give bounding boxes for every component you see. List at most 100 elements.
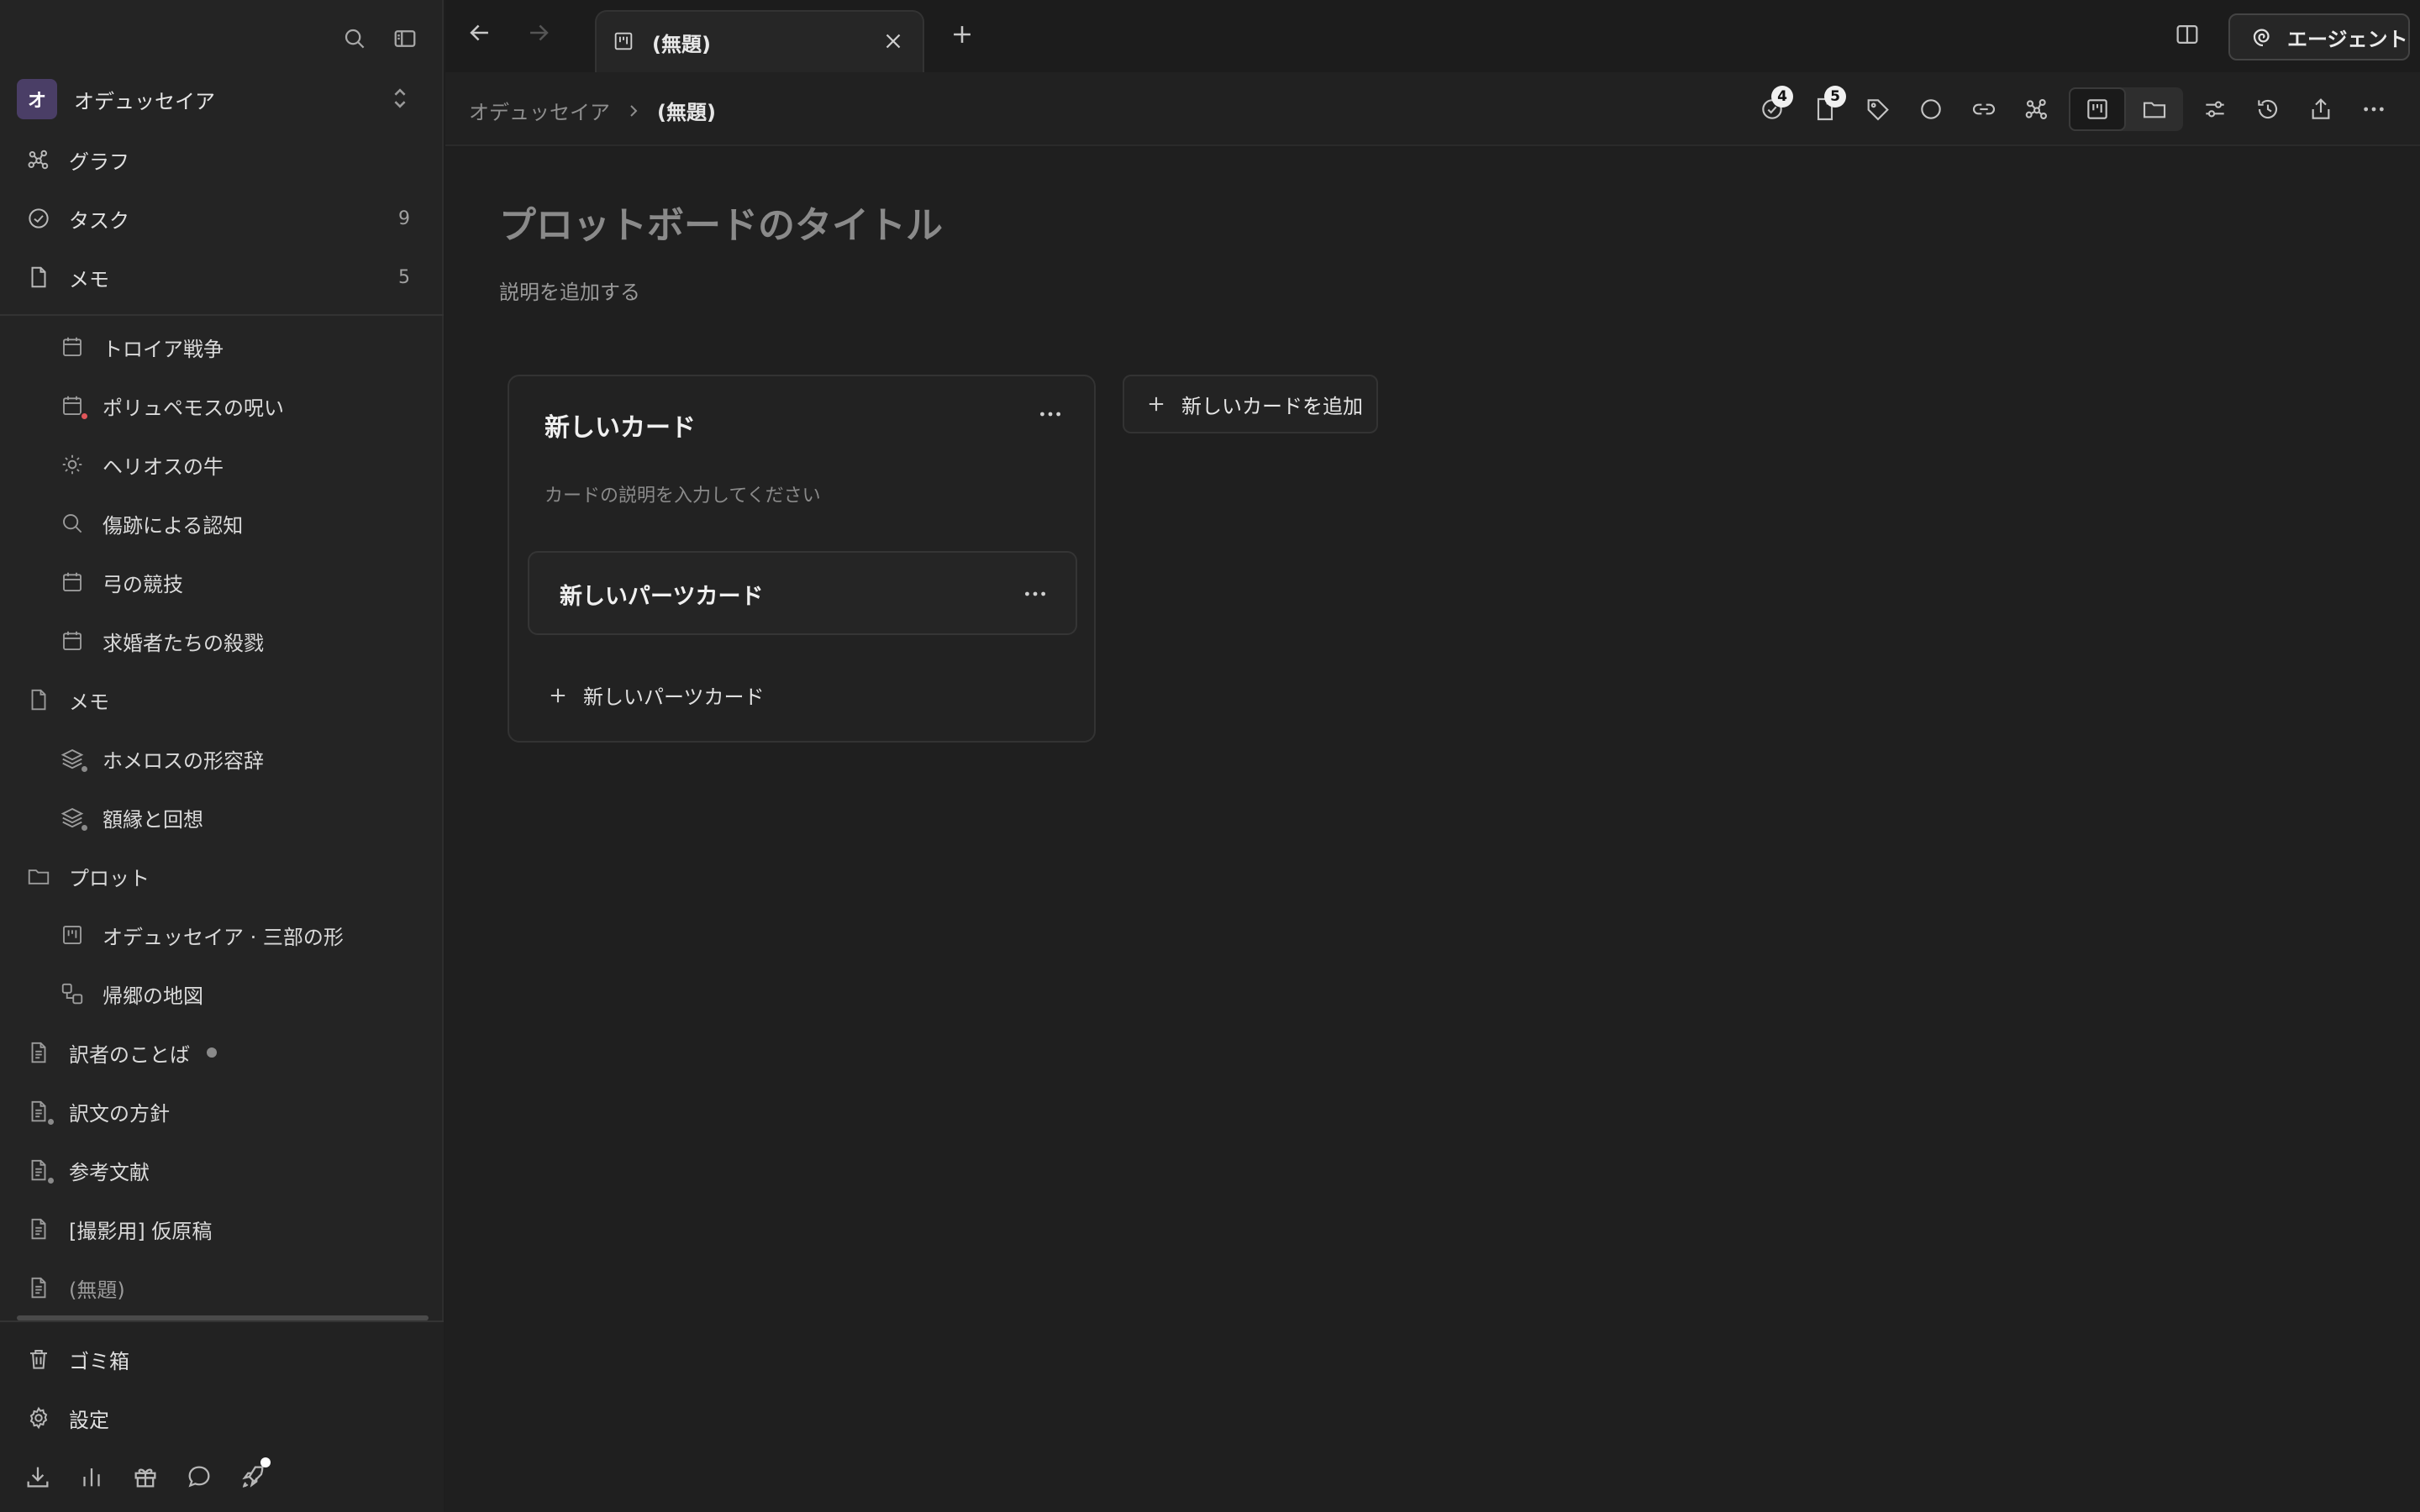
close-icon[interactable] bbox=[881, 29, 908, 55]
calendar-icon bbox=[59, 627, 86, 654]
board-card[interactable]: 新しいカード カードの説明を入力してください 新しいパーツカード 新しいパーツカ… bbox=[508, 375, 1096, 743]
more-icon[interactable] bbox=[1020, 581, 1054, 606]
check-circle-icon bbox=[25, 205, 52, 232]
layers-icon bbox=[59, 745, 89, 774]
tree-item[interactable]: 訳者のことば bbox=[25, 1027, 217, 1078]
nav-settings[interactable]: 設定 bbox=[25, 1393, 420, 1443]
tree-item[interactable]: 額縁と回想 bbox=[59, 792, 203, 843]
board-title-input[interactable]: プロットボードのタイトル bbox=[499, 195, 943, 249]
history-icon[interactable] bbox=[2247, 87, 2289, 131]
add-part-card-label: 新しいパーツカード bbox=[583, 685, 765, 709]
board-description-input[interactable]: 説明を追加する bbox=[499, 276, 640, 305]
nav-label: メモ bbox=[69, 267, 109, 291]
stats-icon[interactable] bbox=[77, 1462, 106, 1491]
tree-item-label: 額縁と回想 bbox=[103, 807, 203, 832]
add-card-label: 新しいカードを追加 bbox=[1181, 394, 1363, 418]
document-toolbar: 4 5 bbox=[1740, 86, 2395, 131]
view-mode-group bbox=[2069, 87, 2183, 131]
add-part-card-button[interactable]: 新しいパーツカード bbox=[546, 680, 765, 710]
calendar-icon bbox=[59, 392, 89, 421]
card-description-input[interactable]: カードの説明を入力してください bbox=[544, 480, 821, 507]
nav-trash[interactable]: ゴミ箱 bbox=[25, 1334, 420, 1384]
folder-view-icon[interactable] bbox=[2126, 87, 2183, 131]
rocket-icon[interactable] bbox=[239, 1457, 271, 1491]
part-card-title[interactable]: 新しいパーツカード bbox=[560, 578, 763, 611]
notes-badge: 5 bbox=[1824, 86, 1846, 108]
nav-graph[interactable]: グラフ bbox=[25, 134, 420, 185]
notification-dot bbox=[260, 1457, 271, 1467]
tree-item-label: 訳者のことば bbox=[69, 1042, 190, 1067]
forward-arrow-icon[interactable] bbox=[524, 18, 558, 52]
search-icon[interactable] bbox=[338, 22, 371, 55]
map-icon bbox=[59, 980, 86, 1007]
tree-item[interactable]: 弓の競技 bbox=[59, 557, 183, 607]
tree-folder-plot[interactable]: プロット bbox=[25, 851, 150, 901]
tree-item[interactable]: 訳文の方針 bbox=[25, 1086, 170, 1137]
tree-item[interactable]: [撮影用] 仮原稿 bbox=[25, 1204, 212, 1254]
board-icon bbox=[612, 29, 637, 55]
tree-item[interactable]: オデュッセイア · 三部の形 bbox=[59, 910, 344, 960]
tree-item-label: 帰郷の地図 bbox=[103, 984, 203, 1008]
layers-icon bbox=[59, 804, 89, 832]
gift-icon[interactable] bbox=[131, 1462, 160, 1491]
tree-item[interactable]: 傷跡による認知 bbox=[59, 498, 243, 549]
card-title[interactable]: 新しいカード bbox=[544, 407, 696, 444]
workspace-switcher[interactable]: オ オデュッセイア bbox=[17, 79, 427, 119]
tree-item[interactable]: ヘリオスの牛 bbox=[59, 439, 224, 490]
tree-item-label: トロイア戦争 bbox=[103, 337, 224, 361]
trash-icon bbox=[25, 1346, 52, 1373]
more-icon[interactable] bbox=[2353, 87, 2395, 131]
agent-button[interactable]: エージェント bbox=[2228, 13, 2410, 60]
notes-tool[interactable]: 5 bbox=[1804, 86, 1846, 131]
more-icon[interactable] bbox=[1035, 402, 1069, 427]
status-dot bbox=[46, 1117, 55, 1126]
nav-notes[interactable]: メモ 5 bbox=[25, 252, 420, 302]
calendar-icon bbox=[59, 333, 86, 360]
graph-icon[interactable] bbox=[2016, 87, 2058, 131]
memo-icon bbox=[25, 264, 52, 291]
link-icon[interactable] bbox=[1963, 87, 2005, 131]
tab-bar: (無題) エージェント bbox=[445, 0, 2420, 72]
sidebar-divider bbox=[0, 314, 444, 316]
status-dot bbox=[80, 764, 89, 774]
graph-icon bbox=[25, 146, 52, 173]
nav-tasks[interactable]: タスク 9 bbox=[25, 193, 420, 244]
tab-untitled[interactable]: (無題) bbox=[595, 10, 924, 72]
tree-item[interactable]: ポリュペモスの呪い bbox=[59, 381, 284, 431]
tree-item[interactable]: トロイア戦争 bbox=[59, 322, 224, 372]
breadcrumb-root[interactable]: オデュッセイア bbox=[469, 96, 610, 125]
board-view-icon[interactable] bbox=[2069, 87, 2126, 131]
board-icon bbox=[59, 921, 86, 948]
tree-item[interactable]: 参考文献 bbox=[25, 1145, 150, 1195]
memo-icon bbox=[25, 686, 52, 713]
tree-item-label: 弓の競技 bbox=[103, 572, 183, 596]
sidebar-toggle-icon[interactable] bbox=[388, 22, 422, 55]
tree-item-label: プロット bbox=[69, 866, 150, 890]
spiral-icon bbox=[2250, 24, 2275, 50]
status-circle-icon[interactable] bbox=[1910, 87, 1952, 131]
split-view-icon[interactable] bbox=[2173, 20, 2205, 52]
breadcrumb-current: (無題) bbox=[657, 101, 716, 124]
tag-icon[interactable] bbox=[1857, 87, 1899, 131]
nav-label: グラフ bbox=[69, 150, 129, 174]
tasks-tool[interactable]: 4 bbox=[1751, 86, 1793, 131]
tree-item[interactable]: (無題) bbox=[25, 1263, 125, 1313]
plus-icon[interactable] bbox=[948, 20, 978, 50]
tree-item[interactable]: ホメロスの形容辞 bbox=[59, 733, 264, 784]
tree-folder-memo[interactable]: メモ bbox=[25, 675, 109, 725]
download-icon[interactable] bbox=[24, 1462, 52, 1491]
sliders-icon[interactable] bbox=[2194, 87, 2236, 131]
tree-item-label: ホメロスの形容辞 bbox=[103, 748, 264, 773]
sidebar-footer: ゴミ箱 設定 bbox=[0, 1320, 444, 1512]
tree-item[interactable]: 求婚者たちの殺戮 bbox=[59, 616, 264, 666]
chat-icon[interactable] bbox=[185, 1462, 213, 1491]
sidebar-bottom-actions bbox=[0, 1441, 444, 1512]
share-icon[interactable] bbox=[2300, 87, 2342, 131]
search-icon bbox=[59, 510, 86, 537]
status-dot bbox=[80, 412, 89, 421]
tree-item[interactable]: 帰郷の地図 bbox=[59, 969, 203, 1019]
nav-label: 設定 bbox=[69, 1408, 109, 1432]
back-arrow-icon[interactable] bbox=[466, 18, 499, 52]
part-card[interactable]: 新しいパーツカード bbox=[528, 551, 1077, 635]
add-card-button[interactable]: 新しいカードを追加 bbox=[1123, 375, 1378, 433]
